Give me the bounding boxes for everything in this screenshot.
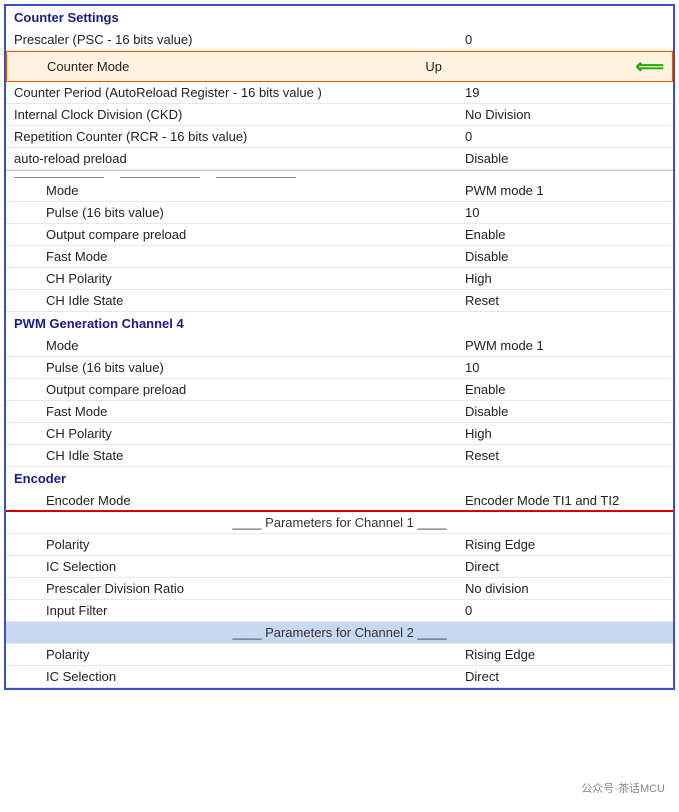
- pulse-value-ch3: 10: [465, 205, 665, 220]
- fast-mode-label-ch4: Fast Mode: [46, 404, 465, 419]
- oc-preload-row-ch3: Output compare preload Enable: [6, 224, 673, 246]
- main-container: Counter Settings Prescaler (PSC - 16 bit…: [4, 4, 675, 690]
- auto-reload-label: auto-reload preload: [14, 151, 465, 166]
- channel2-params-row: ____ Parameters for Channel 2 ____: [6, 622, 673, 644]
- encoder-mode-value: Encoder Mode TI1 and TI2: [465, 493, 665, 508]
- ch-polarity-row-ch4: CH Polarity High: [6, 423, 673, 445]
- mode-row-ch4: Mode PWM mode 1: [6, 335, 673, 357]
- ch-idle-value-ch4: Reset: [465, 448, 665, 463]
- counter-period-row: Counter Period (AutoReload Register - 16…: [6, 82, 673, 104]
- input-filter-row-ch1: Input Filter 0: [6, 600, 673, 622]
- pulse-label-ch3: Pulse (16 bits value): [46, 205, 465, 220]
- channel1-params-label: ____ Parameters for Channel 1 ____: [233, 515, 447, 530]
- mode-row-ch3: Mode PWM mode 1: [6, 180, 673, 202]
- channel1-params-row: ____ Parameters for Channel 1 ____: [6, 512, 673, 534]
- fast-mode-value-ch4: Disable: [465, 404, 665, 419]
- ch-idle-label-ch3: CH Idle State: [46, 293, 465, 308]
- pulse-value-ch4: 10: [465, 360, 665, 375]
- pwm-ch4-header: PWM Generation Channel 4: [6, 312, 673, 335]
- encoder-mode-row: Encoder Mode Encoder Mode TI1 and TI2: [6, 490, 673, 512]
- encoder-header: Encoder: [6, 467, 673, 490]
- mode-label-ch4: Mode: [46, 338, 465, 353]
- pulse-label-ch4: Pulse (16 bits value): [46, 360, 465, 375]
- internal-clock-row: Internal Clock Division (CKD) No Divisio…: [6, 104, 673, 126]
- prescaler-value: 0: [465, 32, 665, 47]
- polarity-label-ch2: Polarity: [46, 647, 465, 662]
- repetition-counter-label: Repetition Counter (RCR - 16 bits value): [14, 129, 465, 144]
- polarity-value-ch2: Rising Edge: [465, 647, 665, 662]
- polarity-row-ch1: Polarity Rising Edge: [6, 534, 673, 556]
- internal-clock-label: Internal Clock Division (CKD): [14, 107, 465, 122]
- prescaler-div-label-ch1: Prescaler Division Ratio: [46, 581, 465, 596]
- oc-preload-label-ch3: Output compare preload: [46, 227, 465, 242]
- oc-preload-value-ch4: Enable: [465, 382, 665, 397]
- fast-mode-row-ch3: Fast Mode Disable: [6, 246, 673, 268]
- ic-selection-label-ch2: IC Selection: [46, 669, 465, 684]
- prescaler-row: Prescaler (PSC - 16 bits value) 0: [6, 29, 673, 51]
- fast-mode-row-ch4: Fast Mode Disable: [6, 401, 673, 423]
- counter-period-value: 19: [465, 85, 665, 100]
- ch-polarity-label-ch4: CH Polarity: [46, 426, 465, 441]
- polarity-value-ch1: Rising Edge: [465, 537, 665, 552]
- auto-reload-value: Disable: [465, 151, 665, 166]
- polarity-row-ch2: Polarity Rising Edge: [6, 644, 673, 666]
- arrow-icon: ⟸: [635, 54, 664, 79]
- input-filter-value-ch1: 0: [465, 603, 665, 618]
- repetition-counter-row: Repetition Counter (RCR - 16 bits value)…: [6, 126, 673, 148]
- input-filter-label-ch1: Input Filter: [46, 603, 465, 618]
- counter-period-label: Counter Period (AutoReload Register - 16…: [14, 85, 465, 100]
- fast-mode-value-ch3: Disable: [465, 249, 665, 264]
- internal-clock-value: No Division: [465, 107, 665, 122]
- counter-mode-value: Up: [425, 59, 625, 74]
- prescaler-label: Prescaler (PSC - 16 bits value): [14, 32, 465, 47]
- ic-selection-value-ch1: Direct: [465, 559, 665, 574]
- oc-preload-row-ch4: Output compare preload Enable: [6, 379, 673, 401]
- ch-idle-row-ch4: CH Idle State Reset: [6, 445, 673, 467]
- ic-selection-label-ch1: IC Selection: [46, 559, 465, 574]
- mode-label-ch3: Mode: [46, 183, 465, 198]
- channel2-params-label: ____ Parameters for Channel 2 ____: [233, 625, 447, 640]
- counter-mode-label: Counter Mode: [47, 59, 425, 74]
- ch-polarity-label-ch3: CH Polarity: [46, 271, 465, 286]
- mode-value-ch3: PWM mode 1: [465, 183, 665, 198]
- ch-polarity-value-ch3: High: [465, 271, 665, 286]
- ch-polarity-row-ch3: CH Polarity High: [6, 268, 673, 290]
- ch-idle-row-ch3: CH Idle State Reset: [6, 290, 673, 312]
- auto-reload-row: auto-reload preload Disable: [6, 148, 673, 170]
- ic-selection-row-ch1: IC Selection Direct: [6, 556, 673, 578]
- oc-preload-value-ch3: Enable: [465, 227, 665, 242]
- ch-idle-value-ch3: Reset: [465, 293, 665, 308]
- oc-preload-label-ch4: Output compare preload: [46, 382, 465, 397]
- pulse-row-ch4: Pulse (16 bits value) 10: [6, 357, 673, 379]
- encoder-mode-label: Encoder Mode: [46, 493, 465, 508]
- ic-selection-value-ch2: Direct: [465, 669, 665, 684]
- prescaler-div-row-ch1: Prescaler Division Ratio No division: [6, 578, 673, 600]
- prescaler-div-value-ch1: No division: [465, 581, 665, 596]
- mode-value-ch4: PWM mode 1: [465, 338, 665, 353]
- watermark: 公众号·茶话MCU: [577, 778, 669, 798]
- ic-selection-row-ch2: IC Selection Direct: [6, 666, 673, 688]
- counter-settings-header: Counter Settings: [6, 6, 673, 29]
- pulse-row-ch3: Pulse (16 bits value) 10: [6, 202, 673, 224]
- ch-polarity-value-ch4: High: [465, 426, 665, 441]
- polarity-label-ch1: Polarity: [46, 537, 465, 552]
- counter-mode-row: Counter Mode Up ⟸: [6, 51, 673, 82]
- ch-idle-label-ch4: CH Idle State: [46, 448, 465, 463]
- repetition-counter-value: 0: [465, 129, 665, 144]
- fast-mode-label-ch3: Fast Mode: [46, 249, 465, 264]
